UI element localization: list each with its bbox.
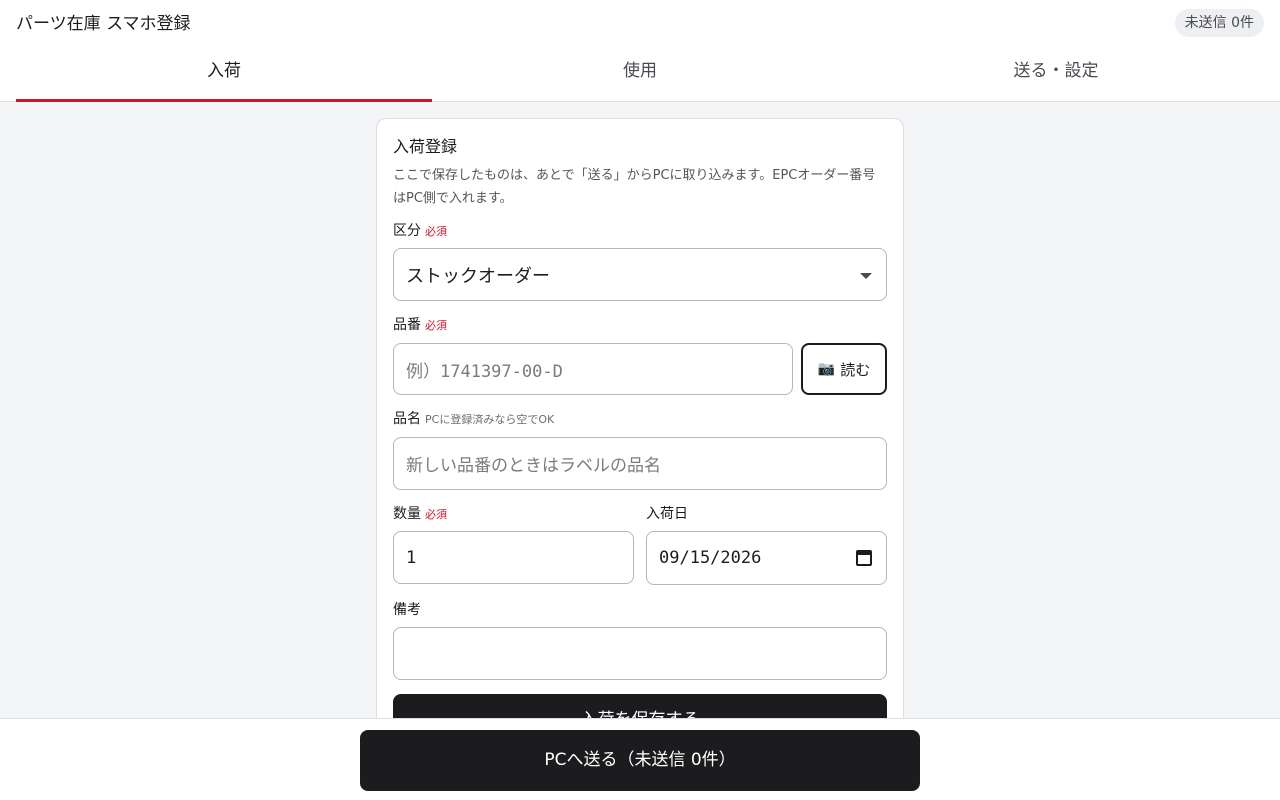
form-title: 入荷登録 bbox=[393, 137, 458, 156]
receive-form-card: 入荷登録 ここで保存したものは、あとで「送る」からPCに取り込みます。EPCオー… bbox=[376, 118, 904, 718]
part-name-label: 品名 bbox=[393, 411, 421, 427]
save-receive-button[interactable]: 入荷を保存する bbox=[393, 694, 887, 718]
arrival-date-value: 09/15/2026 bbox=[659, 548, 762, 568]
part-name-label-row: 品名 PCに登録済みなら空でOK bbox=[393, 409, 554, 430]
tab-send-settings[interactable]: 送る・設定 bbox=[848, 46, 1264, 102]
unsent-count-badge: 未送信 0件 bbox=[1174, 9, 1264, 37]
chevron-down-icon bbox=[860, 273, 872, 279]
arrival-date-label: 入荷日 bbox=[646, 506, 688, 522]
category-selected-value: ストックオーダー bbox=[406, 265, 550, 287]
arrival-date-input[interactable]: 09/15/2026 bbox=[646, 531, 887, 585]
category-label-row: 区分 必須 bbox=[393, 221, 447, 242]
main-content: 入荷登録 ここで保存したものは、あとで「送る」からPCに取り込みます。EPCオー… bbox=[0, 103, 1280, 718]
quantity-input[interactable]: 1 bbox=[393, 531, 634, 584]
calendar-icon[interactable] bbox=[856, 550, 872, 566]
tab-bar: 入荷 使用 送る・設定 bbox=[16, 46, 1264, 102]
part-number-label: 品番 bbox=[393, 317, 421, 333]
notes-label-row: 備考 bbox=[393, 600, 421, 620]
required-mark: 必須 bbox=[425, 225, 447, 238]
part-name-input[interactable]: 新しい品番のときはラベルの品名 bbox=[393, 437, 887, 490]
form-description: ここで保存したものは、あとで「送る」からPCに取り込みます。EPCオーダー番号は… bbox=[393, 168, 876, 206]
bottom-bar: PCへ送る（未送信 0件） bbox=[0, 718, 1280, 800]
quantity-label: 数量 bbox=[393, 506, 421, 522]
send-to-pc-button[interactable]: PCへ送る（未送信 0件） bbox=[360, 730, 920, 791]
part-number-input[interactable]: 例）1741397-00-D bbox=[393, 343, 793, 395]
arrival-date-label-row: 入荷日 bbox=[646, 504, 688, 524]
app-header: パーツ在庫 スマホ登録 未送信 0件 入荷 使用 送る・設定 bbox=[0, 0, 1280, 102]
required-mark: 必須 bbox=[425, 319, 447, 332]
required-mark: 必須 bbox=[425, 508, 447, 521]
part-name-placeholder: 新しい品番のときはラベルの品名 bbox=[406, 456, 661, 476]
camera-icon: 📷 bbox=[817, 361, 836, 377]
app-title: パーツ在庫 スマホ登録 bbox=[16, 14, 191, 34]
part-name-hint: PCに登録済みなら空でOK bbox=[425, 413, 555, 426]
quantity-value: 1 bbox=[406, 547, 417, 568]
tab-receive[interactable]: 入荷 bbox=[16, 46, 432, 102]
part-number-placeholder: 例）1741397-00-D bbox=[406, 361, 563, 382]
notes-input[interactable] bbox=[393, 627, 887, 680]
category-label: 区分 bbox=[393, 223, 421, 239]
notes-label: 備考 bbox=[393, 602, 421, 618]
scan-button-label: 読む bbox=[840, 360, 871, 379]
quantity-label-row: 数量 必須 bbox=[393, 504, 447, 525]
part-number-label-row: 品番 必須 bbox=[393, 315, 447, 336]
tab-use[interactable]: 使用 bbox=[432, 46, 848, 102]
scan-button[interactable]: 📷 読む bbox=[801, 343, 887, 395]
category-select[interactable]: ストックオーダー bbox=[393, 248, 887, 301]
